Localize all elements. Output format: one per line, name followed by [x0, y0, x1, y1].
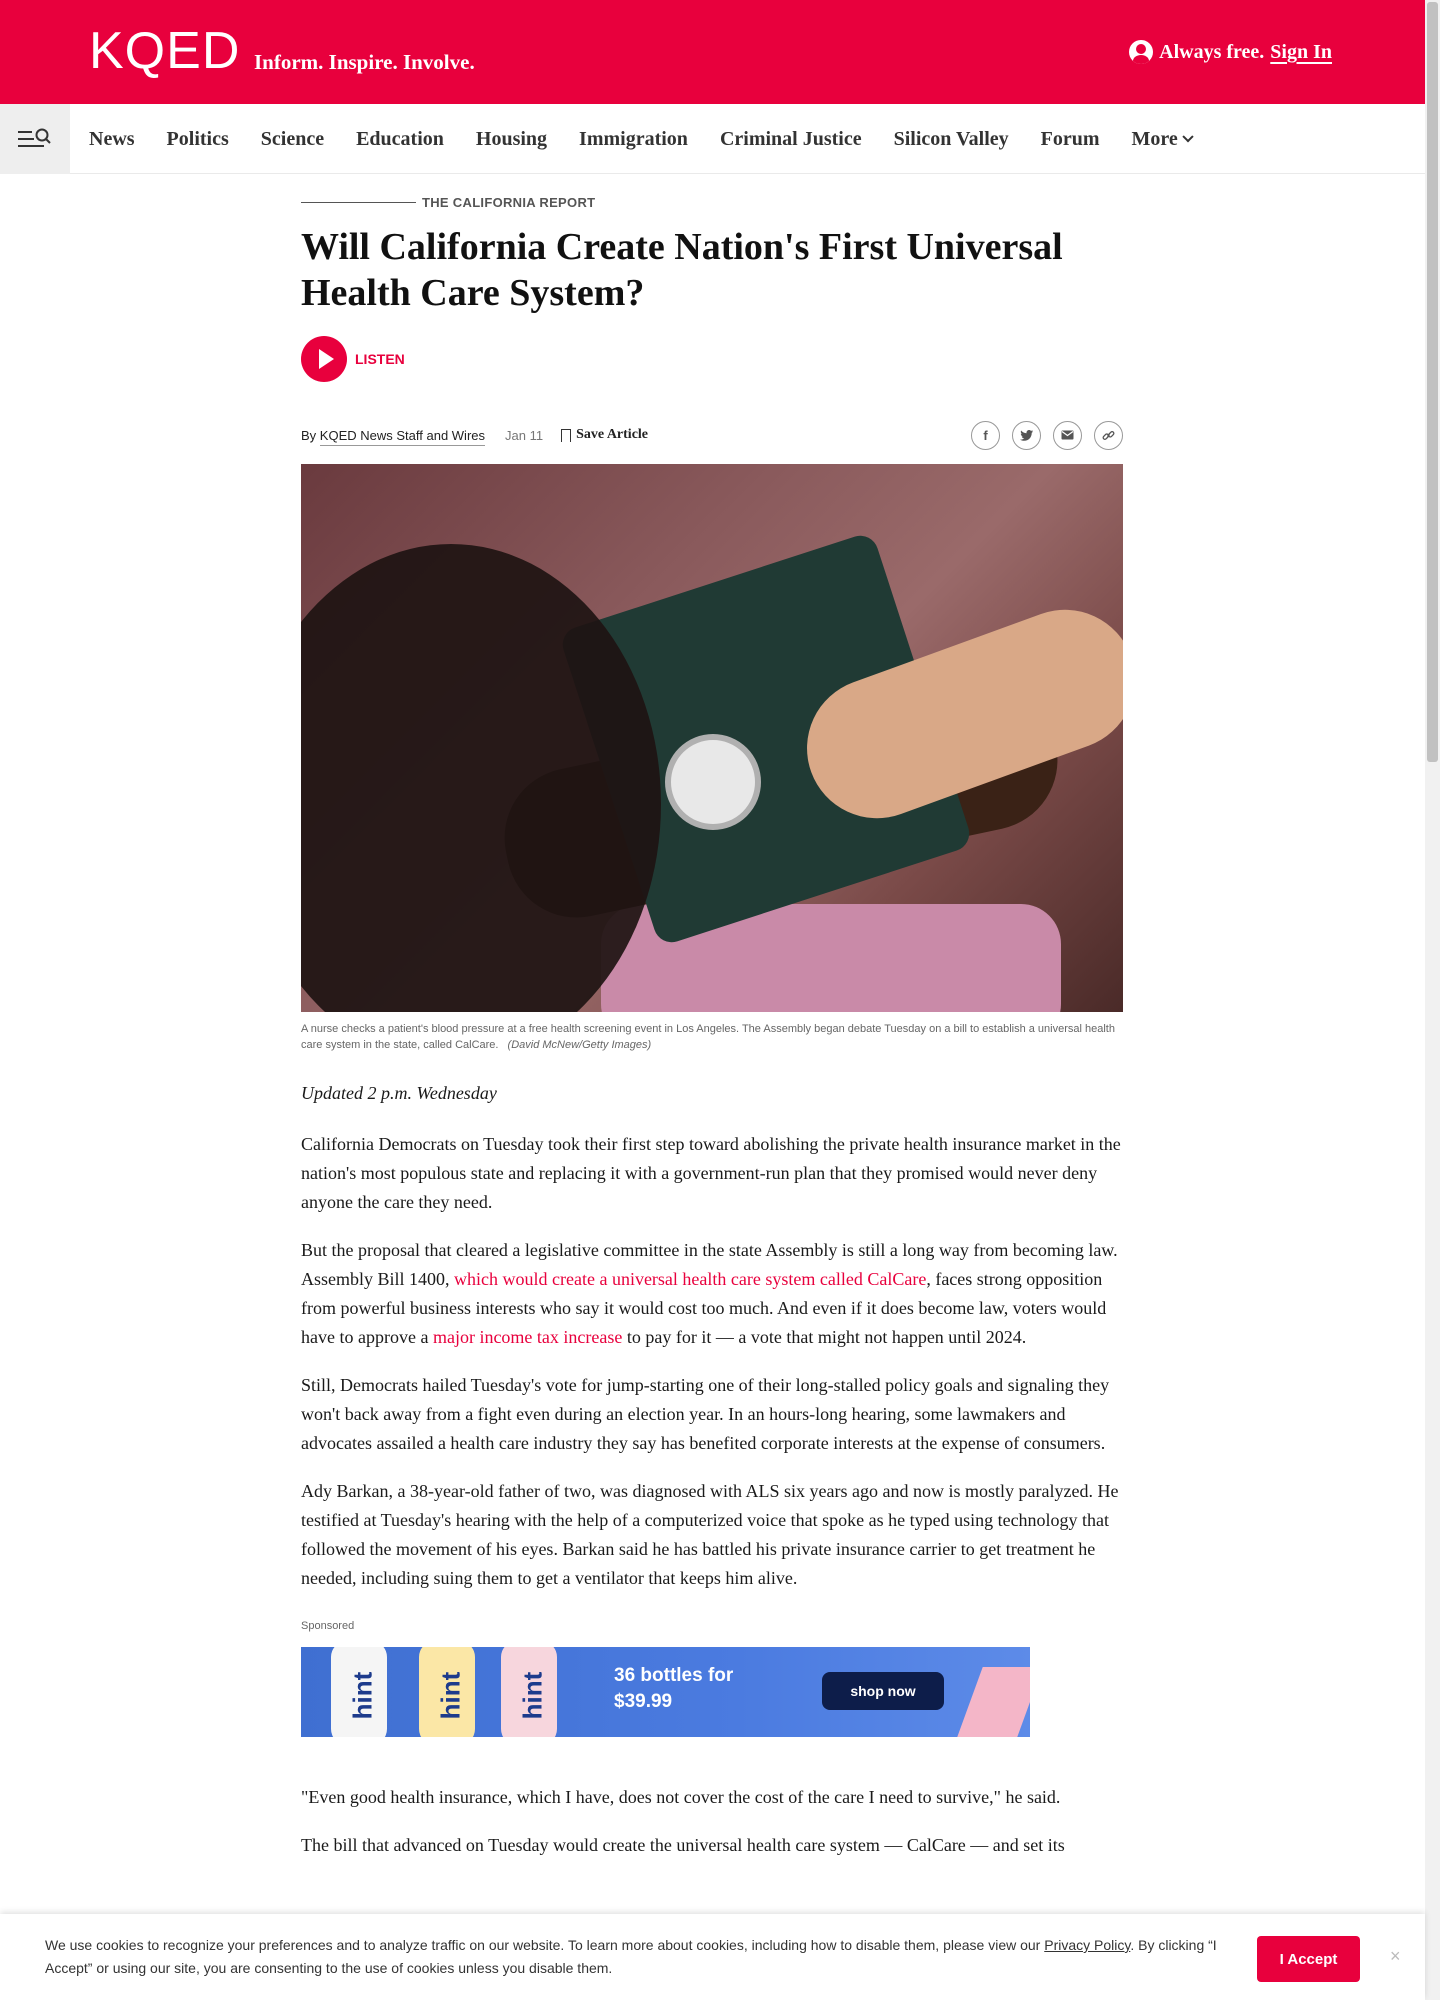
logo-text[interactable]: KQED — [89, 25, 240, 77]
scrollbar-thumb[interactable] — [1427, 2, 1438, 762]
facebook-icon[interactable]: f — [971, 420, 1000, 450]
bookmark-icon — [561, 428, 572, 446]
paragraph-4: Ady Barkan, a 38-year-old father of two,… — [301, 1481, 1119, 1588]
ad-bottle-1-brand: hint — [347, 1671, 378, 1720]
photo-foreground-shadow — [301, 544, 661, 1012]
nav-science[interactable]: Science — [261, 128, 324, 151]
paragraph-6: The bill that advanced on Tuesday would … — [301, 1835, 1065, 1855]
article: THE CALIFORNIA REPORT Will California Cr… — [301, 195, 1123, 1879]
cookie-text-a: We use cookies to recognize your prefere… — [45, 1937, 1045, 1953]
save-article-label: Save Article — [576, 427, 649, 442]
nav-politics[interactable]: Politics — [167, 128, 229, 151]
byline: By KQED News Staff and Wires — [301, 427, 486, 446]
byline-row: By KQED News Staff and Wires Jan 11 Save… — [301, 418, 1123, 452]
photo-gauge — [665, 734, 761, 830]
save-article-button[interactable]: Save Article — [561, 427, 649, 446]
ad-promo-line-1: 36 bottles for — [614, 1665, 734, 1686]
privacy-policy-link[interactable]: Privacy Policy — [1044, 1937, 1130, 1953]
ad-promo: 36 bottles for $39.99 — [614, 1663, 733, 1715]
nav-education[interactable]: Education — [356, 128, 444, 151]
chevron-down-icon — [1182, 130, 1194, 142]
income-tax-link[interactable]: major income tax increase — [433, 1327, 622, 1347]
menu-search-button[interactable] — [0, 104, 70, 174]
kicker-label[interactable]: THE CALIFORNIA REPORT — [422, 195, 595, 210]
ad-bottle-3: hint — [501, 1647, 557, 1737]
share-buttons: f — [971, 420, 1123, 450]
paragraph-2-text-c: to pay for it — a vote that might not ha… — [622, 1327, 1027, 1347]
email-icon[interactable] — [1053, 420, 1082, 450]
sponsored-label: Sponsored — [301, 1620, 355, 1632]
twitter-icon[interactable] — [1012, 420, 1041, 450]
kqed-logo[interactable]: KQED — [89, 24, 240, 78]
author-link[interactable]: KQED News Staff and Wires — [319, 427, 486, 446]
update-note: Updated 2 p.m. Wednesday — [301, 1083, 497, 1103]
ad-bottle-2: hint — [419, 1647, 475, 1737]
ad-shop-now-button[interactable]: shop now — [822, 1672, 944, 1710]
nav-items: News Politics Science Education Housing … — [89, 104, 1224, 174]
nav-more-label: More — [1131, 127, 1178, 150]
site-header: KQED Inform. Inspire. Involve. Always fr… — [0, 0, 1425, 104]
nav-silicon-valley[interactable]: Silicon Valley — [894, 128, 1009, 151]
nav-immigration[interactable]: Immigration — [579, 128, 688, 151]
paragraph-2: But the proposal that cleared a legislat… — [301, 1236, 1123, 1352]
main-nav: News Politics Science Education Housing … — [0, 104, 1425, 174]
byline-by: By — [301, 427, 317, 443]
ad-bottle-1: hint — [331, 1647, 387, 1737]
play-icon[interactable] — [301, 336, 347, 382]
caption-text: A nurse checks a patient's blood pressur… — [301, 1023, 1115, 1051]
ad-decoration — [957, 1667, 1030, 1737]
ad-bottle-3-brand: hint — [517, 1671, 548, 1720]
publish-date: Jan 11 — [505, 427, 544, 443]
article-photo — [301, 464, 1123, 1012]
kicker-line — [301, 202, 416, 203]
nav-housing[interactable]: Housing — [476, 128, 547, 151]
cookie-banner: We use cookies to recognize your prefere… — [0, 1914, 1425, 2000]
paragraph-3: Still, Democrats hailed Tuesday's vote f… — [301, 1375, 1110, 1453]
listen-label[interactable]: LISTEN — [355, 351, 405, 367]
ad-promo-line-2: $39.99 — [614, 1691, 673, 1712]
account-area[interactable]: Always free. Sign In — [1129, 40, 1332, 64]
link-icon[interactable] — [1094, 420, 1123, 450]
photo-caption: A nurse checks a patient's blood pressur… — [301, 1021, 1123, 1053]
tagline: Inform. Inspire. Involve. — [254, 50, 475, 74]
article-kicker[interactable]: THE CALIFORNIA REPORT — [301, 195, 1123, 210]
paragraph-5: "Even good health insurance, which I hav… — [301, 1787, 1061, 1807]
photo-credit: (David McNew/Getty Images) — [507, 1039, 652, 1051]
calcare-link[interactable]: which would create a universal health ca… — [454, 1269, 926, 1289]
article-title: Will California Create Nation's First Un… — [301, 226, 1063, 314]
nav-news[interactable]: News — [89, 128, 135, 151]
accept-cookies-button[interactable]: I Accept — [1257, 1936, 1360, 1982]
always-free-text: Always free. — [1159, 40, 1265, 63]
sponsored-ad[interactable]: hint hint hint 36 bottles for $39.99 sho… — [301, 1647, 1030, 1737]
nav-forum[interactable]: Forum — [1041, 128, 1100, 151]
sign-in-link[interactable]: Sign In — [1270, 41, 1332, 64]
page-scrollbar[interactable] — [1425, 0, 1440, 2000]
user-icon[interactable] — [1129, 40, 1154, 64]
listen-button[interactable]: LISTEN — [301, 336, 1123, 382]
paragraph-1: California Democrats on Tuesday took the… — [301, 1134, 1121, 1212]
nav-criminal-justice[interactable]: Criminal Justice — [720, 128, 862, 151]
close-icon[interactable]: × — [1390, 1946, 1401, 1967]
ad-bottle-2-brand: hint — [435, 1671, 466, 1720]
menu-search-icon — [18, 128, 51, 147]
article-body: Updated 2 p.m. Wednesday California Demo… — [301, 1079, 1123, 1860]
nav-more[interactable]: More — [1131, 127, 1194, 151]
cookie-text: We use cookies to recognize your prefere… — [45, 1934, 1235, 1980]
